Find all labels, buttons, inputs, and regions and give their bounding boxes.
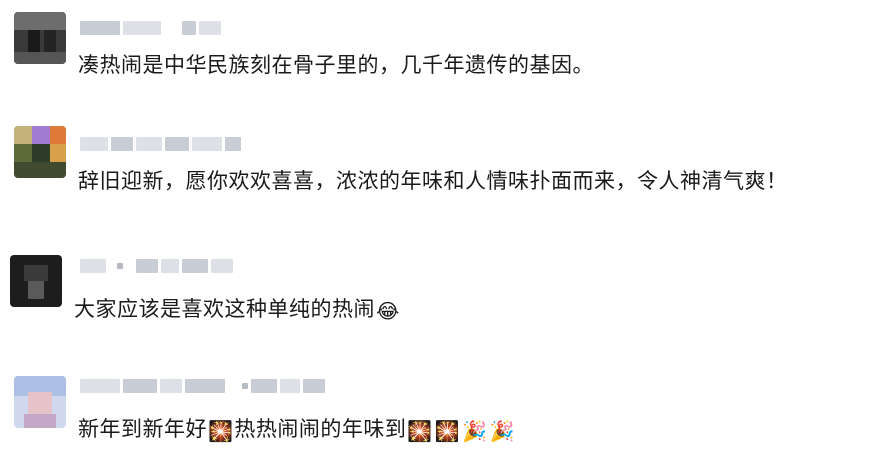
party-popper-emoji-icon: 🎉 <box>489 419 516 443</box>
username-blurred[interactable] <box>80 378 325 394</box>
fireworks-emoji-icon: 🎇 <box>407 419 433 443</box>
avatar[interactable] <box>14 376 66 428</box>
avatar[interactable] <box>14 126 66 178</box>
avatar[interactable] <box>14 12 66 64</box>
username-blurred[interactable] <box>80 258 233 274</box>
username-blurred[interactable] <box>80 20 221 36</box>
comment-text: 凑热闹是中华民族刻在骨子里的，几千年遗传的基因。 <box>78 53 594 77</box>
party-popper-emoji-icon: 🎉 <box>462 419 488 443</box>
username-blurred[interactable] <box>80 136 241 152</box>
comment-text: 大家应该是喜欢这种单纯的热闹😂 <box>74 294 401 326</box>
comment-text: 辞旧迎新，愿你欢欢喜喜，浓浓的年味和人情味扑面而来，令人神清气爽！ <box>78 169 788 193</box>
fireworks-emoji-icon: 🎇 <box>434 419 461 443</box>
laughing-emoji-icon: 😂 <box>376 299 400 323</box>
avatar[interactable] <box>10 255 62 307</box>
comment-text: 新年到新年好🎇热热闹闹的年味到🎇 🎇 🎉 🎉 <box>78 414 516 446</box>
fireworks-emoji-icon: 🎇 <box>208 419 234 443</box>
